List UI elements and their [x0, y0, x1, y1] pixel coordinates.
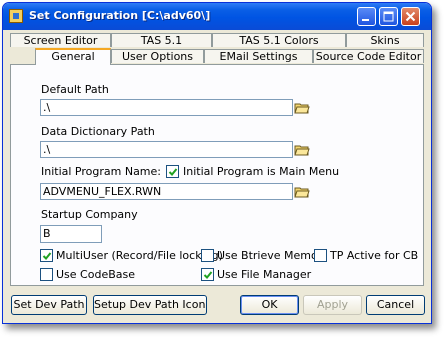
close-icon: [405, 11, 416, 22]
tab-tas-51[interactable]: TAS 5.1: [111, 33, 212, 47]
tab-source-code-editor[interactable]: Source Code Editor: [313, 49, 424, 63]
window-title: Set Configuration [C:\adv60\]: [29, 9, 211, 22]
data-dictionary-path-label: Data Dictionary Path: [41, 125, 155, 138]
codebase-checkbox[interactable]: [40, 268, 53, 281]
checkmark-icon: [203, 271, 213, 279]
checkmark-icon: [168, 168, 178, 176]
set-dev-path-button[interactable]: Set Dev Path: [11, 295, 87, 315]
maximize-icon: [383, 11, 394, 22]
multiuser-label: MultiUser (Record/File locking): [56, 249, 223, 262]
data-dictionary-path-field[interactable]: .\: [40, 141, 293, 158]
browse-folder-icon[interactable]: [294, 184, 310, 199]
cancel-button[interactable]: Cancel: [366, 295, 425, 315]
tab-user-options[interactable]: User Options: [111, 49, 204, 63]
startup-company-label: Startup Company: [41, 208, 138, 221]
minimize-button[interactable]: [357, 7, 376, 26]
title-bar[interactable]: Set Configuration [C:\adv60\]: [3, 3, 431, 30]
default-path-field[interactable]: .\: [40, 99, 293, 116]
btrieve-memos-label: Use Btrieve Memos: [217, 249, 324, 262]
app-icon: [9, 9, 23, 23]
maximize-button[interactable]: [379, 7, 398, 26]
tab-screen-editor[interactable]: Screen Editor: [10, 33, 111, 47]
apply-button[interactable]: Apply: [303, 295, 362, 315]
btrieve-memos-checkbox[interactable]: [201, 249, 214, 262]
initial-main-menu-checkbox[interactable]: [166, 165, 179, 178]
tab-strip: Screen Editor TAS 5.1 TAS 5.1 Colors Ski…: [10, 33, 424, 65]
file-manager-label: Use File Manager: [217, 268, 312, 281]
setup-dev-path-icons-button[interactable]: Setup Dev Path Icons: [93, 295, 207, 315]
tab-email-settings[interactable]: EMail Settings: [204, 49, 313, 63]
tab-general[interactable]: General: [35, 48, 111, 65]
file-manager-checkbox[interactable]: [201, 268, 214, 281]
general-panel: Default Path .\ Data Dictionary Path .\ …: [10, 64, 424, 286]
initial-program-label: Initial Program Name:: [41, 165, 162, 178]
tab-skins[interactable]: Skins: [346, 33, 424, 47]
initial-program-field[interactable]: ADVMENU_FLEX.RWN: [40, 183, 293, 200]
browse-folder-icon[interactable]: [294, 142, 310, 157]
initial-main-menu-label: Initial Program is Main Menu: [183, 165, 340, 178]
tp-active-label: TP Active for CB: [330, 249, 419, 262]
close-button[interactable]: [401, 7, 420, 26]
startup-company-field[interactable]: B: [40, 225, 102, 243]
codebase-label: Use CodeBase: [56, 268, 135, 281]
tp-active-checkbox[interactable]: [314, 249, 327, 262]
browse-folder-icon[interactable]: [294, 100, 310, 115]
checkmark-icon: [42, 252, 52, 260]
multiuser-checkbox[interactable]: [40, 249, 53, 262]
default-path-label: Default Path: [41, 83, 109, 96]
dialog-window: Set Configuration [C:\adv60\] Screen Edi…: [2, 2, 432, 324]
ok-button[interactable]: OK: [240, 295, 299, 315]
minimize-icon: [362, 19, 369, 21]
tab-tas-51-colors[interactable]: TAS 5.1 Colors: [212, 33, 346, 47]
